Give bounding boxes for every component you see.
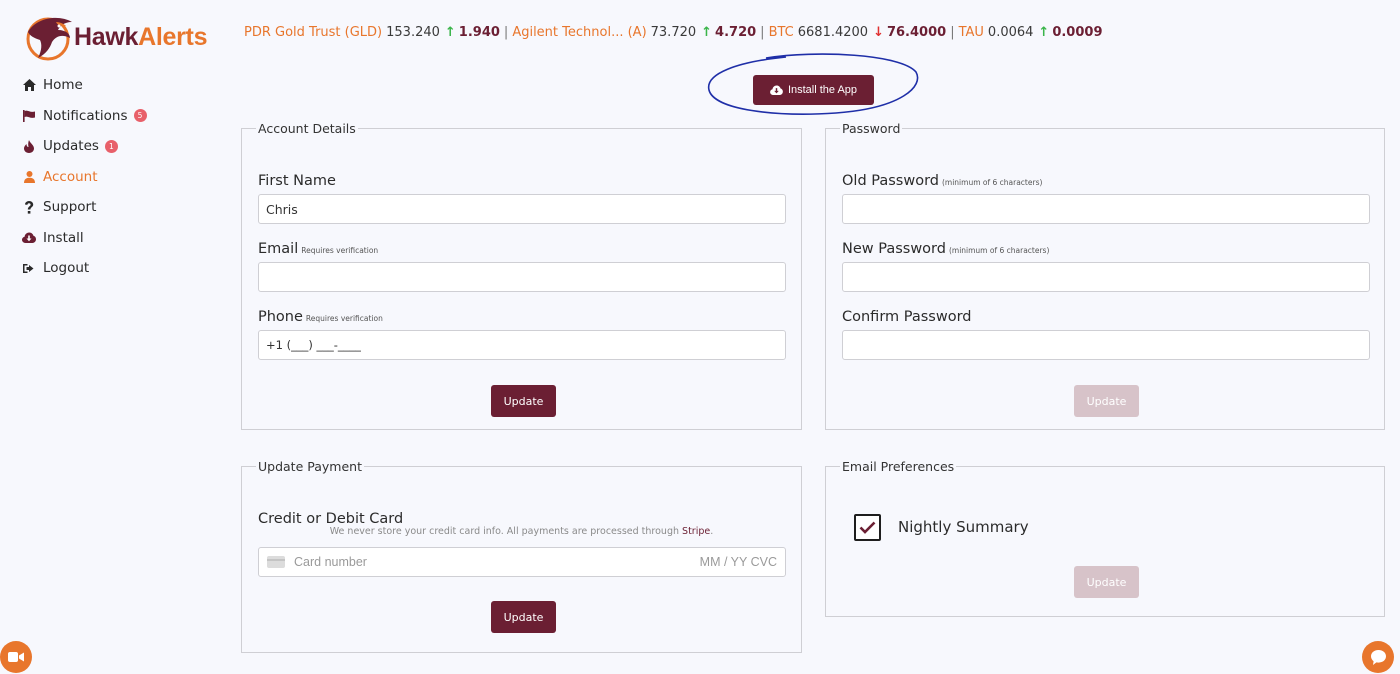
sidebar-item-install[interactable]: Install: [22, 223, 222, 254]
card-label: Credit or Debit Card: [258, 511, 404, 527]
email-input[interactable]: [258, 262, 786, 292]
payment-update-button[interactable]: Update: [491, 601, 556, 633]
arrow-up-icon: ↑: [701, 25, 713, 40]
arrow-up-icon: ↑: [444, 25, 456, 40]
password-update-button[interactable]: Update: [1074, 385, 1139, 417]
user-icon: [22, 170, 36, 184]
password-panel: Password Old Password (minimum of 6 chara…: [825, 121, 1385, 430]
ticker-price: 0.0064: [987, 25, 1034, 40]
ticker-change: 0.0009: [1052, 25, 1103, 40]
account-details-panel: Account Details First Name EmailRequires…: [241, 121, 802, 430]
ticker-separator: |: [503, 25, 509, 40]
confirm-password-label: Confirm Password: [842, 309, 972, 325]
sidebar-item-account[interactable]: Account: [22, 162, 222, 193]
first-name-label: First Name: [258, 173, 336, 189]
video-call-button[interactable]: [0, 641, 32, 673]
card-number-input[interactable]: Card number MM / YY CVC: [258, 547, 786, 577]
card-number-placeholder: Card number: [294, 555, 367, 569]
hawk-logo-icon: [26, 17, 72, 61]
stock-ticker: PDR Gold Trust (GLD) 153.240 ↑ 1.940 | A…: [244, 25, 1103, 40]
stripe-link[interactable]: Stripe: [682, 526, 710, 537]
question-icon: [22, 200, 36, 214]
nightly-summary-checkbox[interactable]: [854, 514, 881, 541]
sidebar-item-label: Account: [43, 168, 98, 185]
credit-card-icon: [267, 556, 285, 568]
sidebar-item-label: Logout: [43, 260, 90, 277]
sidebar-item-label: Notifications: [43, 107, 128, 124]
flag-icon: [22, 109, 36, 123]
ticker-name[interactable]: BTC: [769, 25, 794, 40]
update-payment-panel: Update Payment Credit or Debit Card We n…: [241, 459, 802, 653]
chat-bubble-icon: [1370, 649, 1386, 665]
old-password-label: Old Password (minimum of 6 characters): [842, 173, 1043, 189]
checkmark-icon: [859, 521, 876, 534]
ticker-name[interactable]: TAU: [959, 25, 984, 40]
chat-button[interactable]: [1362, 641, 1394, 673]
arrow-up-icon: ↑: [1038, 25, 1050, 40]
sidebar-item-label: Home: [43, 77, 83, 94]
brand-name: HawkAlerts: [74, 22, 208, 51]
ticker-change: 1.940: [458, 25, 500, 40]
sidebar-item-home[interactable]: Home: [22, 70, 222, 101]
nightly-summary-label: Nightly Summary: [898, 518, 1029, 536]
logo[interactable]: HawkAlerts: [22, 12, 207, 62]
ticker-separator: |: [760, 25, 765, 40]
logout-icon: [22, 261, 36, 275]
sidebar-item-label: Support: [43, 199, 97, 216]
new-password-input[interactable]: [842, 262, 1370, 292]
email-preferences-panel: Email Preferences Nightly Summary Update: [825, 459, 1385, 617]
arrow-down-icon: ↓: [873, 25, 884, 40]
ticker-separator: |: [950, 25, 955, 40]
cloud-download-icon: [22, 231, 36, 245]
sidebar-item-notifications[interactable]: Notifications 5: [22, 101, 222, 132]
updates-count-badge: 1: [104, 139, 118, 153]
sidebar-item-label: Updates: [43, 138, 99, 155]
account-update-button[interactable]: Update: [491, 385, 556, 417]
ticker-name[interactable]: Agilent Technol... (A): [512, 25, 646, 40]
ticker-price: 153.240: [386, 25, 440, 40]
expiry-cvc-placeholder: MM / YY CVC: [699, 555, 777, 569]
sidebar-item-logout[interactable]: Logout: [22, 253, 222, 284]
video-camera-icon: [8, 652, 24, 662]
phone-input[interactable]: [258, 330, 786, 360]
account-details-legend: Account Details: [258, 121, 356, 136]
first-name-input[interactable]: [258, 194, 786, 224]
ticker-change: 4.720: [715, 25, 757, 40]
sidebar-nav: Home Notifications 5 Updates 1 Account S…: [22, 70, 222, 284]
ticker-price: 6681.4200: [797, 25, 869, 40]
password-legend: Password: [842, 121, 901, 136]
ticker-change: 76.4000: [886, 25, 947, 40]
email-label: Email Requires verification: [258, 241, 379, 257]
stripe-note: We never store your credit card info. Al…: [329, 526, 714, 537]
sidebar-item-label: Install: [43, 229, 84, 246]
sidebar-item-updates[interactable]: Updates 1: [22, 131, 222, 162]
update-payment-legend: Update Payment: [258, 459, 362, 474]
sidebar-item-support[interactable]: Support: [22, 192, 222, 223]
confirm-password-input[interactable]: [842, 330, 1370, 360]
ticker-name[interactable]: PDR Gold Trust (GLD): [244, 25, 382, 40]
install-app-label: Install the App: [787, 84, 858, 96]
email-preferences-legend: Email Preferences: [842, 459, 955, 474]
notification-count-badge: 5: [133, 109, 147, 123]
fire-icon: [22, 139, 36, 153]
new-password-label: New Password (minimum of 6 characters): [842, 241, 1050, 257]
home-icon: [22, 78, 36, 92]
old-password-input[interactable]: [842, 194, 1370, 224]
install-app-button[interactable]: Install the App: [753, 75, 874, 105]
phone-label: Phone Requires verification: [258, 309, 383, 325]
email-preferences-update-button[interactable]: Update: [1074, 566, 1139, 598]
cloud-download-icon: [770, 85, 783, 95]
ticker-price: 73.720: [650, 25, 697, 40]
